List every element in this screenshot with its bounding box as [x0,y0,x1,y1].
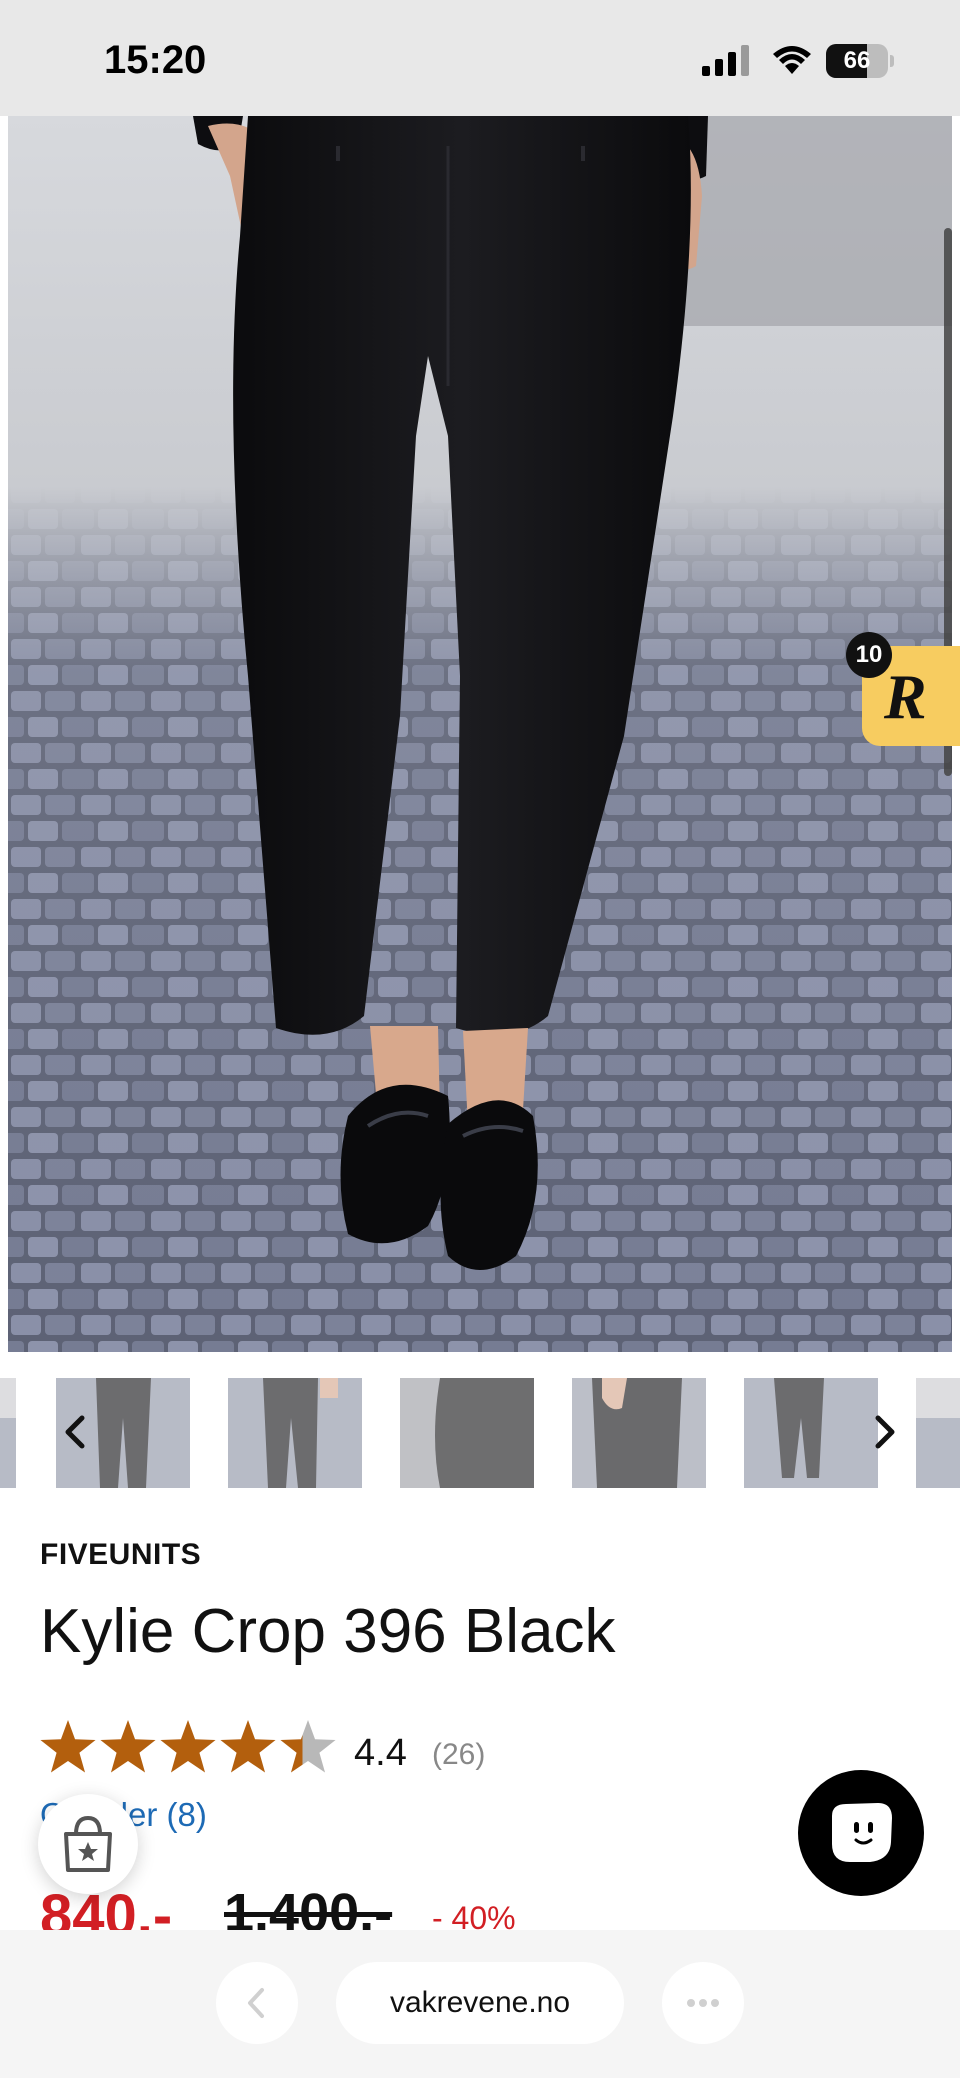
rewards-logo: R [884,661,927,732]
thumbnail[interactable] [0,1378,16,1488]
battery-level-text: 66 [843,47,871,74]
thumbnail[interactable] [572,1378,706,1488]
rating-count: (26) [432,1738,486,1771]
status-time: 15:20 [104,38,207,82]
brand-name[interactable]: FIVEUNITS [40,1538,201,1572]
more-icon [687,1999,719,2007]
chevron-left-icon [248,1988,264,2018]
star-icon [220,1720,276,1773]
address-bar[interactable]: vakrevene.no [336,1962,624,2044]
chat-face-icon [832,1803,892,1862]
chat-button[interactable] [798,1770,924,1896]
cellular-signal-icon [702,45,749,76]
thumbnail[interactable] [744,1378,878,1488]
status-bar: 15:20 66 [0,0,960,116]
product-title: Kylie Crop 396 Black [40,1597,616,1666]
star-icon [280,1720,336,1773]
rewards-count-badge: 10 [846,632,892,678]
original-price: 1.400.- [224,1883,393,1930]
thumbnail[interactable] [228,1378,362,1488]
chevron-right-icon[interactable] [864,1412,904,1452]
battery-icon: 66 [826,44,894,78]
rating-value: 4.4 [354,1732,407,1774]
star-icon [40,1720,96,1773]
shopping-bag-star-icon [64,1815,112,1872]
thumbnail[interactable] [916,1378,960,1488]
browser-more-button[interactable] [662,1962,744,2044]
product-photo [8,116,952,1352]
rating-stars[interactable] [40,1718,340,1778]
discount-label: - 40% [432,1900,516,1930]
thumbnail-carousel[interactable] [0,1378,960,1488]
thumbnail[interactable] [400,1378,534,1488]
wifi-icon [773,46,811,74]
chevron-left-icon[interactable] [56,1412,96,1452]
star-icon [160,1720,216,1773]
browser-back-button[interactable] [216,1962,298,2044]
star-icon [100,1720,156,1773]
product-hero-image[interactable] [8,116,952,1352]
shop-badge-button[interactable] [38,1794,138,1894]
